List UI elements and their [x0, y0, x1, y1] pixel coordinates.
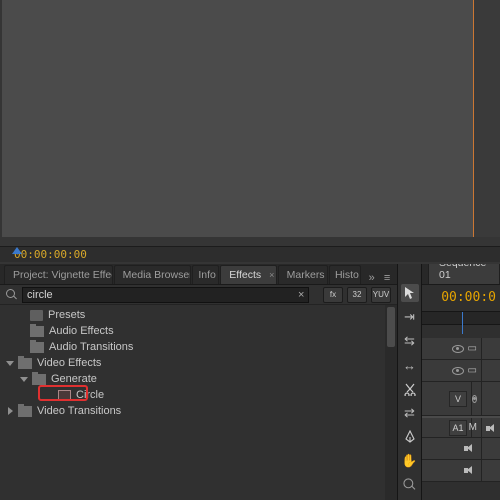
effects-search-row: × fx 32 YUV — [0, 285, 397, 305]
speaker-icon — [486, 423, 499, 434]
track-header[interactable]: A1 — [422, 418, 472, 437]
lock-icon[interactable]: ▭ — [468, 365, 477, 376]
selection-tool[interactable] — [401, 284, 419, 302]
eye-icon[interactable] — [472, 395, 477, 403]
lower-panels: Project: Vignette Effect Media Browser I… — [0, 264, 500, 500]
tree-presets[interactable]: Presets — [0, 307, 385, 323]
effects-search-input[interactable] — [22, 287, 309, 303]
eye-icon[interactable] — [452, 367, 464, 375]
effect-circle[interactable]: Circle — [0, 387, 385, 403]
rate-stretch-tool[interactable]: ↔ — [401, 356, 419, 374]
folder-icon — [18, 358, 32, 369]
track-controls[interactable] — [472, 382, 482, 415]
presets-icon — [30, 310, 43, 321]
app-root: 00:00:00:00 Project: Vignette Effect Med… — [0, 0, 500, 500]
tab-media-browser[interactable]: Media Browser — [114, 265, 192, 284]
playhead-icon[interactable] — [12, 247, 22, 254]
panel-tabbar: Project: Vignette Effect Media Browser I… — [0, 264, 397, 285]
video-track-1[interactable]: V — [422, 382, 500, 416]
folder-icon — [32, 374, 46, 385]
monitor-scrollgutter — [474, 0, 500, 237]
track-header[interactable] — [422, 460, 482, 481]
tab-effects-label: Effects — [229, 269, 261, 281]
track-controls[interactable]: M — [472, 418, 482, 437]
tab-info[interactable]: Info — [192, 265, 219, 284]
timeline-timecode[interactable]: 00:00:0 — [441, 290, 496, 305]
track-header[interactable]: ▭ — [422, 338, 482, 359]
program-monitor-viewport[interactable] — [2, 0, 474, 237]
audio-track-3[interactable] — [422, 460, 500, 482]
sequence-tab[interactable]: Sequence 01 — [428, 264, 500, 284]
hand-tool[interactable]: ✋ — [401, 452, 419, 470]
timeline-ruler[interactable] — [422, 311, 500, 325]
search-icon — [6, 289, 18, 301]
monitor-time-ruler[interactable]: 00:00:00:00 — [0, 246, 500, 262]
zoom-tool[interactable] — [401, 476, 419, 494]
lock-icon[interactable]: ▭ — [468, 343, 477, 354]
track-tag-v[interactable]: V — [449, 391, 467, 407]
accelerated-effects-toggle[interactable]: fx — [323, 287, 343, 303]
panel-menu-icon[interactable]: ≡ — [381, 269, 393, 284]
close-icon[interactable]: × — [269, 270, 274, 280]
disclosure-closed-icon[interactable] — [6, 406, 16, 416]
timeline-panel: Sequence 01 00:00:0 ▭ ▭ V — [422, 264, 500, 500]
folder-icon — [30, 342, 44, 353]
tree-generate[interactable]: Generate — [0, 371, 385, 387]
track-tag-a1[interactable]: A1 — [449, 420, 467, 436]
program-monitor-panel: 00:00:00:00 — [0, 0, 500, 264]
effect-icon — [58, 390, 71, 401]
video-track-3[interactable]: ▭ — [422, 338, 500, 360]
tab-history[interactable]: Histo — [329, 265, 361, 284]
tree-audio-effects[interactable]: Audio Effects — [0, 323, 385, 339]
tab-markers[interactable]: Markers — [278, 265, 328, 284]
ripple-edit-tool[interactable]: ⇆ — [401, 332, 419, 350]
tab-effects[interactable]: Effects × — [220, 265, 276, 284]
tools-panel: ⇥ ⇆ ↔ ⇄ ✋ — [398, 264, 422, 500]
audio-track-2[interactable] — [422, 438, 500, 460]
track-body[interactable] — [482, 418, 500, 437]
speaker-icon[interactable] — [464, 443, 477, 454]
speaker-icon[interactable] — [464, 465, 477, 476]
effects-panel: Project: Vignette Effect Media Browser I… — [0, 264, 398, 500]
effects-tree: Presets Audio Effects Audio Transitions … — [0, 305, 385, 500]
tree-video-effects[interactable]: Video Effects — [0, 355, 385, 371]
tab-overflow-icon[interactable]: » — [362, 269, 381, 284]
tree-audio-transitions[interactable]: Audio Transitions — [0, 339, 385, 355]
track-body[interactable] — [482, 382, 500, 415]
tab-project[interactable]: Project: Vignette Effect — [4, 265, 113, 284]
pen-tool[interactable] — [401, 428, 419, 446]
track-header[interactable]: V — [422, 382, 472, 415]
track-body[interactable] — [482, 360, 500, 381]
video-track-2[interactable]: ▭ — [422, 360, 500, 382]
scrollbar-thumb[interactable] — [387, 307, 395, 347]
disclosure-open-icon[interactable] — [6, 358, 16, 368]
razor-tool[interactable] — [401, 380, 419, 398]
disclosure-open-icon[interactable] — [20, 374, 30, 384]
track-header[interactable]: ▭ — [422, 360, 482, 381]
track-body[interactable] — [482, 338, 500, 359]
32bit-effects-toggle[interactable]: 32 — [347, 287, 367, 303]
slip-tool[interactable]: ⇄ — [401, 404, 419, 422]
track-header[interactable] — [422, 438, 482, 459]
folder-icon — [18, 406, 32, 417]
yuv-effects-toggle[interactable]: YUV — [371, 287, 391, 303]
track-select-tool[interactable]: ⇥ — [401, 308, 419, 326]
audio-track-1[interactable]: A1 M — [422, 416, 500, 438]
clear-search-icon[interactable]: × — [295, 289, 301, 301]
tree-video-transitions[interactable]: Video Transitions — [0, 403, 385, 419]
effects-scrollbar[interactable] — [385, 305, 397, 500]
folder-icon — [30, 326, 44, 337]
eye-icon[interactable] — [452, 345, 464, 353]
track-body[interactable] — [482, 460, 500, 481]
mute-icon[interactable]: M — [469, 422, 477, 434]
monitor-timecode[interactable]: 00:00:00:00 — [14, 248, 87, 261]
timeline-tabbar: Sequence 01 — [422, 264, 500, 285]
track-body[interactable] — [482, 438, 500, 459]
